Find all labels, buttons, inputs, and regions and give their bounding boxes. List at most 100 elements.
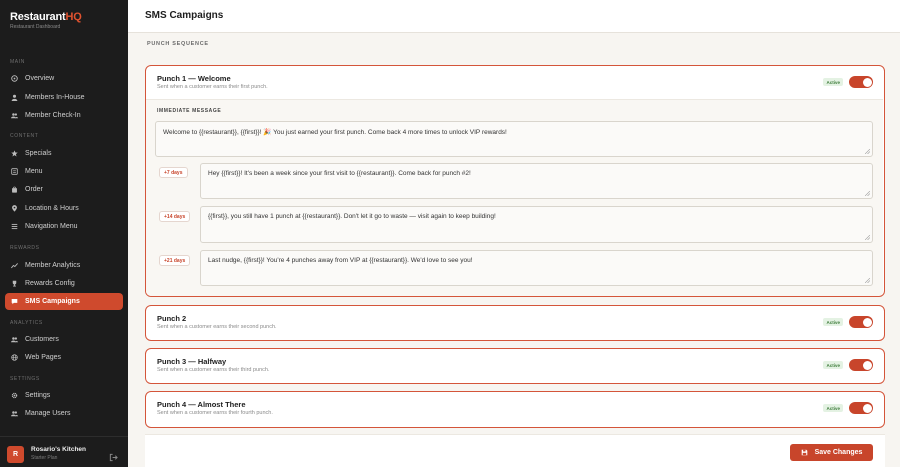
user-icon (11, 94, 18, 101)
sidebar-item-location-hours[interactable]: Location & Hours (5, 200, 123, 217)
punch-title[interactable]: Punch 3 — Halfway (157, 357, 226, 366)
sidebar-item-label: Location & Hours (25, 205, 79, 212)
status-badge: Active (823, 404, 843, 412)
punch-card-2[interactable]: Punch 2 Sent when a customer earns their… (145, 305, 885, 341)
sidebar-item-label: Specials (25, 150, 52, 157)
sidebar-item-order[interactable]: Order (5, 181, 123, 198)
avatar[interactable]: R (7, 446, 24, 463)
trophy-icon (11, 280, 18, 287)
punch-card-4[interactable]: Punch 4 — Almost There Sent when a custo… (145, 391, 885, 428)
users-icon (11, 410, 18, 417)
sidebar-item-settings[interactable]: Settings (5, 387, 123, 404)
sidebar-item-label: SMS Campaigns (25, 298, 80, 305)
immediate-message-input[interactable]: Welcome to {{restaurant}}, {{first}}! 🎉 … (155, 121, 873, 157)
sidebar-item-label: Member Check-In (25, 112, 81, 119)
sidebar-item-overview[interactable]: Overview (5, 70, 123, 87)
punch-title[interactable]: Punch 1 — Welcome (157, 74, 231, 83)
message-text: Hey {{first}}! It's been a week since yo… (208, 170, 471, 177)
sidebar-item-specials[interactable]: Specials (5, 145, 123, 162)
status-badge: Active (823, 318, 843, 326)
followup-message-input[interactable]: Hey {{first}}! It's been a week since yo… (200, 163, 873, 199)
user-profile: R Rosario's Kitchen Starter Plan (0, 436, 128, 467)
sidebar-item-label: Settings (25, 392, 51, 399)
user-plan: Starter Plan (31, 455, 58, 461)
sidebar-item-label: Member Analytics (25, 262, 81, 269)
sidebar-item-members-in-house[interactable]: Members In-House (5, 89, 123, 106)
sidebar-item-label: Manage Users (25, 410, 71, 417)
toggle-knob (862, 360, 872, 370)
nav-icon (11, 223, 18, 230)
star-icon (11, 150, 18, 157)
section-label-content: CONTENT (10, 133, 39, 139)
toggle-knob (862, 403, 872, 413)
delay-badge: +7 days (159, 167, 188, 178)
brand-name: Restaurant (10, 11, 66, 23)
punch-title[interactable]: Punch 4 — Almost There (157, 400, 246, 409)
sidebar: RestaurantHQ Restaurant Dashboard MAIN O… (0, 0, 128, 467)
logout-icon[interactable] (109, 449, 118, 462)
message-icon (11, 298, 18, 305)
punch-subtitle: Sent when a customer earns their second … (157, 324, 277, 330)
user-name: Rosario's Kitchen (31, 446, 87, 453)
sidebar-item-label: Customers (25, 336, 59, 343)
punch-toggle[interactable] (849, 402, 873, 414)
footer-bar: Save Changes (145, 434, 885, 467)
brand-subtitle: Restaurant Dashboard (10, 24, 61, 30)
punch-card-3[interactable]: Punch 3 — Halfway Sent when a customer e… (145, 348, 885, 384)
resize-grip-icon[interactable] (865, 235, 870, 240)
sidebar-item-sms-campaigns[interactable]: SMS Campaigns (5, 293, 123, 310)
sidebar-item-label: Members In-House (25, 94, 85, 101)
sidebar-item-label: Navigation Menu (25, 223, 78, 230)
toggle-knob (862, 77, 872, 87)
page-header: SMS Campaigns (128, 0, 900, 33)
save-button-label: Save Changes (814, 449, 863, 456)
save-icon (801, 449, 807, 456)
punch-title[interactable]: Punch 2 (157, 314, 186, 323)
sidebar-item-rewards-config[interactable]: Rewards Config (5, 275, 123, 292)
followup-message-input[interactable]: Last nudge, {{first}}! You're 4 punches … (200, 250, 873, 286)
sidebar-item-member-check-in[interactable]: Member Check-In (5, 107, 123, 124)
sidebar-item-customers[interactable]: Customers (5, 331, 123, 348)
brand-logo[interactable]: RestaurantHQ (10, 11, 82, 23)
chart-icon (11, 262, 18, 269)
gear-icon (11, 392, 18, 399)
sidebar-item-label: Web Pages (25, 354, 62, 361)
immediate-message-label: IMMEDIATE MESSAGE (157, 108, 222, 114)
punch-toggle[interactable] (849, 76, 873, 88)
sidebar-item-label: Order (25, 186, 43, 193)
punch-toggle[interactable] (849, 316, 873, 328)
message-text: Welcome to {{restaurant}}, {{first}}! 🎉 … (163, 129, 507, 136)
punch-subtitle: Sent when a customer earns their first p… (157, 84, 268, 90)
dashboard-icon (11, 75, 18, 82)
status-badge: Active (823, 361, 843, 369)
globe-icon (11, 354, 18, 361)
punch-messages: IMMEDIATE MESSAGE Welcome to {{restauran… (146, 99, 883, 296)
sidebar-item-member-analytics[interactable]: Member Analytics (5, 257, 123, 274)
bag-icon (11, 186, 18, 193)
sidebar-item-label: Overview (25, 75, 55, 82)
message-text: Last nudge, {{first}}! You're 4 punches … (208, 257, 473, 264)
status-badge: Active (823, 78, 843, 86)
sidebar-item-manage-users[interactable]: Manage Users (5, 405, 123, 422)
users-icon (11, 336, 18, 343)
delay-badge: +14 days (159, 211, 191, 222)
delay-badge: +21 days (159, 255, 191, 266)
sidebar-item-label: Menu (25, 168, 43, 175)
toggle-knob (862, 317, 872, 327)
save-button[interactable]: Save Changes (790, 444, 873, 461)
punch-toggle[interactable] (849, 359, 873, 371)
message-text: {{first}}, you still have 1 punch at {{r… (208, 213, 496, 220)
sidebar-item-web-pages[interactable]: Web Pages (5, 349, 123, 366)
resize-grip-icon[interactable] (865, 278, 870, 283)
punch-subtitle: Sent when a customer earns their fourth … (157, 410, 273, 416)
sidebar-item-navigation-menu[interactable]: Navigation Menu (5, 218, 123, 235)
section-label-main: MAIN (10, 59, 25, 65)
sidebar-item-menu[interactable]: Menu (5, 163, 123, 180)
users-icon (11, 112, 18, 119)
resize-grip-icon[interactable] (865, 149, 870, 154)
followup-message-input[interactable]: {{first}}, you still have 1 punch at {{r… (200, 206, 873, 243)
resize-grip-icon[interactable] (865, 191, 870, 196)
section-label-analytics: ANALYTICS (10, 320, 43, 326)
brand-name-accent: HQ (65, 11, 82, 23)
punch-sequence-label: PUNCH SEQUENCE (147, 41, 209, 47)
